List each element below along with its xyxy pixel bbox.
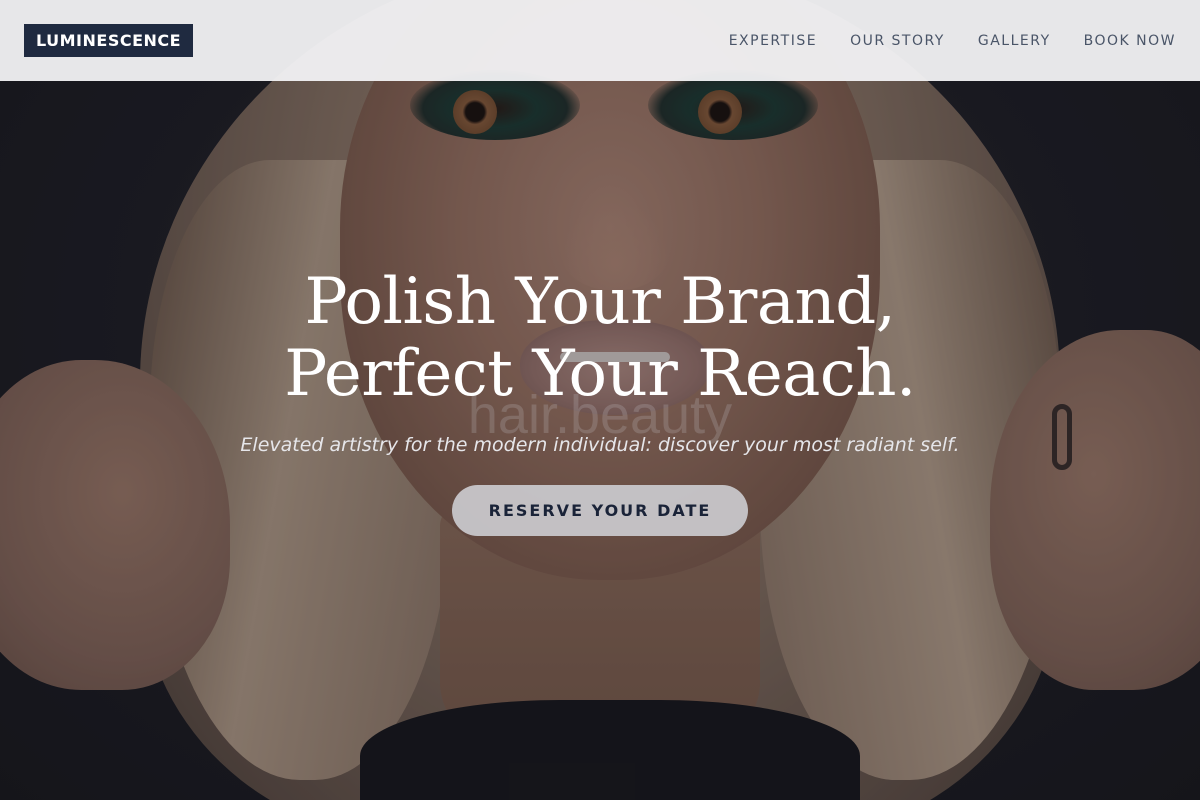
nav-item-expertise[interactable]: EXPERTISE — [729, 33, 817, 49]
nav-item-gallery[interactable]: GALLERY — [978, 33, 1051, 49]
nav-item-our-story[interactable]: OUR STORY — [850, 33, 945, 49]
site-header: LUMINESCENCE EXPERTISE OUR STORY GALLERY… — [0, 0, 1200, 81]
reserve-date-button[interactable]: RESERVE YOUR DATE — [452, 485, 748, 536]
hero-content: Polish Your Brand, Perfect Your Reach. E… — [0, 266, 1200, 536]
hero-title-line1: Polish Your Brand, — [304, 265, 896, 339]
hero-subtitle: Elevated artistry for the modern individ… — [240, 434, 960, 456]
nav-item-book-now[interactable]: BOOK NOW — [1084, 33, 1176, 49]
logo[interactable]: LUMINESCENCE — [24, 24, 194, 57]
hero-title: Polish Your Brand, Perfect Your Reach. — [0, 266, 1200, 410]
hero-title-line2: Perfect Your Reach. — [284, 337, 916, 411]
main-nav: EXPERTISE OUR STORY GALLERY BOOK NOW — [729, 33, 1176, 49]
